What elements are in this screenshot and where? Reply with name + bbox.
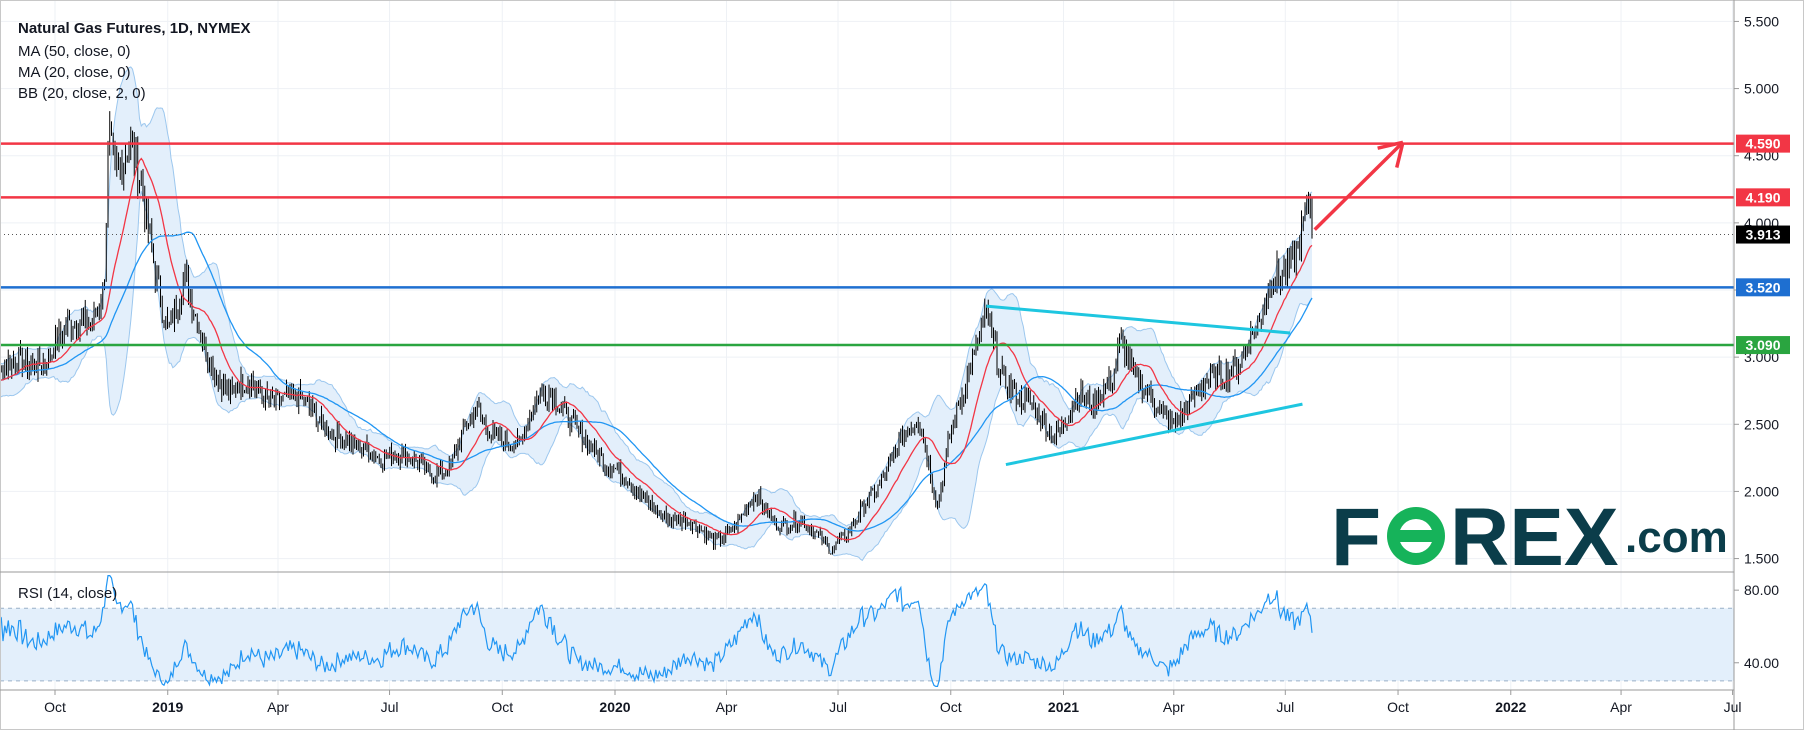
time-tick-label: Jul (1276, 699, 1294, 715)
price-tick-label: 2.500 (1744, 416, 1779, 432)
brand-letter-f: F (1331, 492, 1381, 583)
last-price-badge-label: 3.913 (1745, 227, 1780, 243)
level-badge-label: 4.190 (1745, 189, 1780, 205)
time-tick-label: Oct (940, 699, 962, 715)
time-tick-label: Jul (381, 699, 399, 715)
brand-letters-rex: REX (1450, 492, 1619, 583)
brand-coin-icon (1387, 507, 1445, 565)
level-badge-label: 4.590 (1745, 136, 1780, 152)
price-tick-label: 2.000 (1744, 483, 1779, 499)
price-tick-label: 5.500 (1744, 13, 1779, 29)
time-tick-label: Jul (829, 699, 847, 715)
time-tick-label: Apr (716, 699, 738, 715)
chart-title: Natural Gas Futures, 1D, NYMEX (18, 20, 251, 37)
time-tick-label: Jul (1724, 699, 1742, 715)
legend-bb: BB (20, close, 2, 0) (18, 85, 146, 102)
level-badge-label: 3.520 (1745, 279, 1780, 295)
price-tick-label: 5.000 (1744, 81, 1779, 97)
time-tick-label: 2019 (152, 699, 183, 715)
brand-suffix: .com (1625, 513, 1728, 562)
time-tick-label: Oct (1387, 699, 1409, 715)
rsi-tick-label: 80.00 (1744, 582, 1779, 598)
time-tick-label: Apr (267, 699, 289, 715)
natural-gas-chart: 1.5002.0002.5003.0003.5004.0004.5005.000… (0, 0, 1804, 730)
time-tick-label: Apr (1610, 699, 1632, 715)
time-tick-label: 2021 (1048, 699, 1079, 715)
legend-ma20: MA (20, close, 0) (18, 64, 131, 81)
time-tick-label: Oct (44, 699, 66, 715)
time-tick-label: Apr (1163, 699, 1185, 715)
rsi-tick-label: 40.00 (1744, 655, 1779, 671)
time-tick-label: 2020 (599, 699, 630, 715)
price-tick-label: 1.500 (1744, 551, 1779, 567)
level-badge-label: 3.090 (1745, 337, 1780, 353)
time-tick-label: Oct (491, 699, 513, 715)
rsi-title: RSI (14, close) (18, 585, 117, 602)
time-tick-label: 2022 (1495, 699, 1526, 715)
legend-ma50: MA (50, close, 0) (18, 43, 131, 60)
